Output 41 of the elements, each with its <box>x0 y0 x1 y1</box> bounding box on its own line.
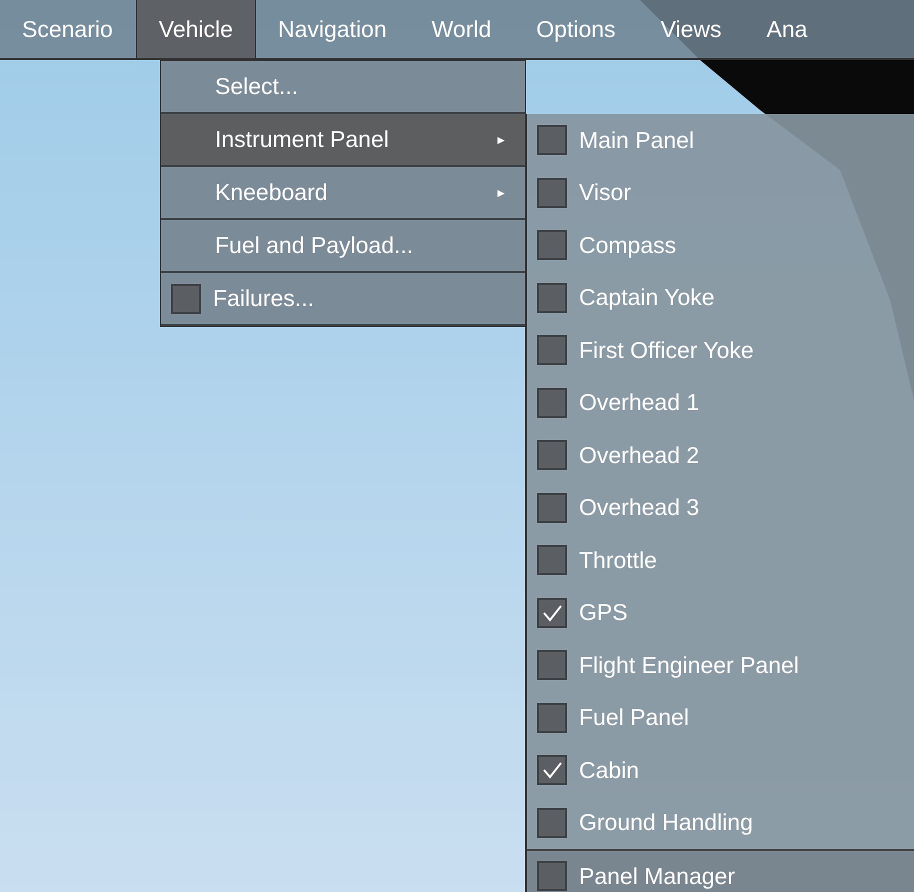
menu-item[interactable]: Navigation <box>256 0 410 58</box>
menu-item[interactable]: Overhead 3 <box>579 494 700 522</box>
menu-item[interactable]: Overhead 2 <box>579 442 700 469</box>
menu-item[interactable]: Main Panel <box>579 126 694 154</box>
menu-item[interactable]: Visor <box>579 179 631 206</box>
menu-item[interactable]: Flight Engineer Panel <box>579 652 799 679</box>
checkbox[interactable] <box>537 388 567 418</box>
checkbox[interactable] <box>537 178 567 208</box>
menu-item[interactable]: Fuel Panel <box>579 704 689 732</box>
checkbox[interactable] <box>537 650 567 680</box>
checkbox[interactable] <box>171 284 201 314</box>
checkbox[interactable] <box>537 230 567 260</box>
menu-item[interactable]: Captain Yoke <box>579 284 715 312</box>
menu-item[interactable]: Ground Handling <box>579 809 753 836</box>
menu-item[interactable]: Ana <box>744 0 830 58</box>
menu-item[interactable]: Overhead 1 <box>579 389 700 416</box>
checkbox[interactable] <box>537 282 567 313</box>
checkbox[interactable] <box>537 598 567 628</box>
menu-item[interactable]: Compass <box>579 232 676 259</box>
menu-item[interactable]: Vehicle <box>136 0 256 58</box>
menu-item[interactable]: Throttle <box>579 546 657 574</box>
checkbox[interactable] <box>537 808 567 838</box>
menu-item[interactable]: GPS <box>579 599 628 626</box>
menu-item[interactable]: Instrument Panel ► <box>161 114 525 167</box>
menu-item[interactable]: Scenario <box>0 0 136 58</box>
checkbox[interactable] <box>537 125 567 156</box>
menu-item[interactable]: Views <box>638 0 744 58</box>
menu-item[interactable]: Options <box>514 0 639 58</box>
arrow-icon: ► <box>495 132 507 146</box>
checkbox[interactable] <box>537 702 567 733</box>
checkbox[interactable] <box>537 755 567 786</box>
checkbox[interactable] <box>537 335 567 366</box>
menu-item[interactable]: Cabin <box>579 756 640 784</box>
menu-item[interactable]: World <box>410 0 514 58</box>
menu-item[interactable]: First Officer Yoke <box>579 336 754 364</box>
checkbox[interactable] <box>537 545 567 576</box>
checkbox[interactable] <box>537 861 567 892</box>
checkbox[interactable] <box>537 492 567 523</box>
arrow-icon: ► <box>495 186 507 200</box>
checkbox[interactable] <box>537 440 567 470</box>
menu-item[interactable]: Failures... <box>161 273 525 326</box>
